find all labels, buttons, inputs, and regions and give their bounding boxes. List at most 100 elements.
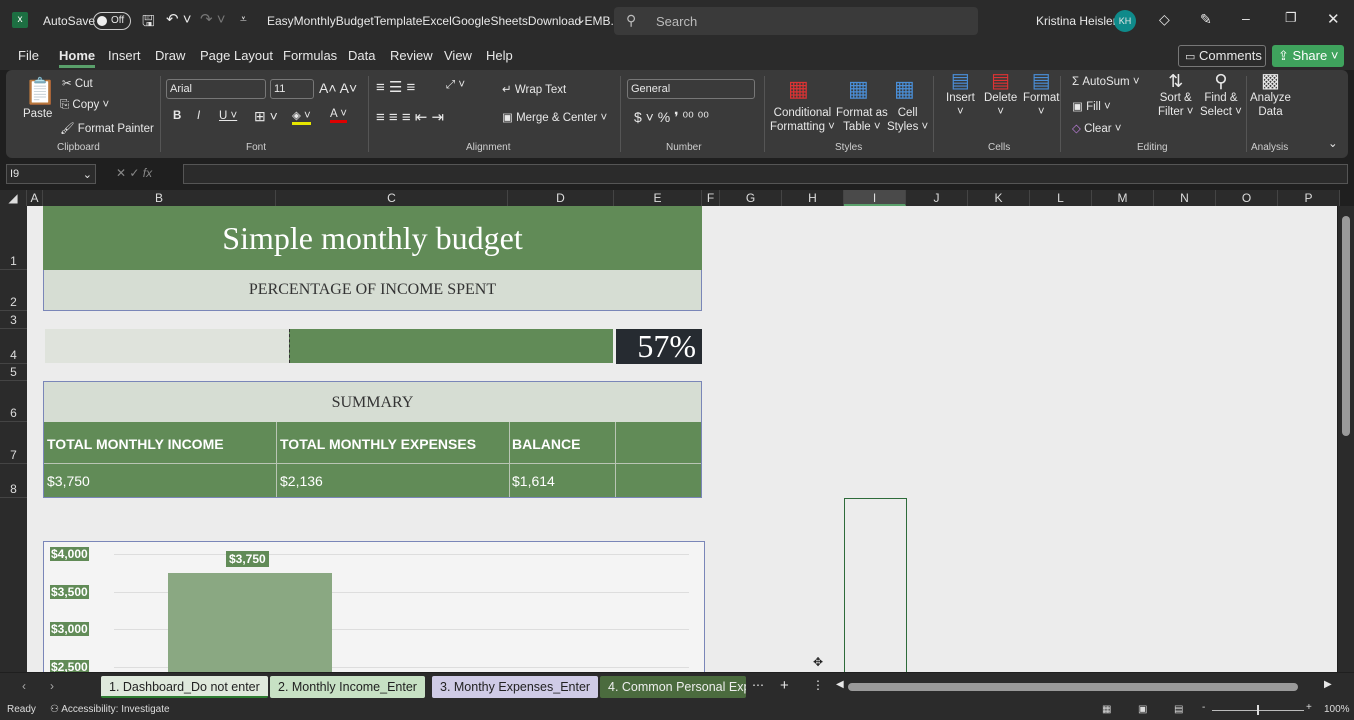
format-as-table-icon[interactable]: ▦: [848, 76, 869, 102]
zoom-slider[interactable]: - +: [1202, 702, 1314, 715]
cell-styles-icon[interactable]: ▦: [894, 76, 915, 102]
paste-button[interactable]: Paste: [23, 108, 52, 120]
name-box[interactable]: I9 ⌄: [6, 164, 96, 184]
collapse-ribbon-icon[interactable]: ⌄: [1328, 136, 1338, 150]
tab-monthly-income[interactable]: 2. Monthly Income_Enter: [270, 676, 425, 698]
minimize-icon[interactable]: –: [1242, 10, 1250, 26]
accessibility-status[interactable]: ⚇ Accessibility: Investigate: [50, 704, 170, 715]
analyze-data-button[interactable]: ▩ Analyze Data: [1250, 71, 1291, 119]
horizontal-scrollbar[interactable]: ◀ ▶: [836, 679, 1336, 693]
font-size-select[interactable]: 11: [270, 79, 314, 99]
align-left-icon[interactable]: ≡ ≡ ≡ ⇤ ⇥: [376, 108, 444, 126]
row-header-1[interactable]: 1: [0, 206, 27, 270]
menu-draw[interactable]: Draw: [155, 48, 185, 63]
file-name[interactable]: EasyMonthlyBudgetTemplateExcelGoogleShee…: [267, 14, 621, 28]
select-all[interactable]: ◢: [0, 190, 27, 206]
row-header-2[interactable]: 2: [0, 270, 27, 311]
zoom-level[interactable]: 100%: [1324, 704, 1350, 715]
vertical-scrollbar[interactable]: [1338, 206, 1354, 672]
menu-help[interactable]: Help: [486, 48, 513, 63]
row-header-4[interactable]: 4: [0, 329, 27, 364]
column-header-L[interactable]: L: [1030, 190, 1092, 206]
tab-options-icon[interactable]: ⋮: [812, 678, 824, 692]
currency-icon[interactable]: $ ˅ % ❜ ⁰⁰ ⁰⁰: [634, 109, 709, 126]
column-header-G[interactable]: G: [720, 190, 782, 206]
pen-icon[interactable]: ✎: [1200, 11, 1212, 28]
insert-cells-button[interactable]: ▤ Insert ˅: [946, 71, 975, 119]
column-header-D[interactable]: D: [508, 190, 614, 206]
more-sheets-icon[interactable]: ⋯: [752, 678, 764, 692]
column-header-I[interactable]: I: [844, 190, 906, 206]
column-header-F[interactable]: F: [702, 190, 720, 206]
avatar[interactable]: KH: [1114, 10, 1136, 32]
format-painter-button[interactable]: 🖌 Format Painter: [60, 121, 154, 135]
copy-button[interactable]: ⎘ Copy ˅: [60, 99, 109, 112]
tab-monthly-expenses[interactable]: 3. Monthy Expenses_Enter: [432, 676, 599, 698]
redo-icon[interactable]: ↷ ˅: [200, 10, 226, 28]
chart[interactable]: $4,000 $3,500 $3,000 $2,500 $3,750: [43, 541, 705, 672]
comments-button[interactable]: ▭ Comments: [1178, 45, 1266, 67]
column-header-A[interactable]: A: [27, 190, 43, 206]
menu-review[interactable]: Review: [390, 48, 433, 63]
bold-icon[interactable]: B: [173, 110, 181, 122]
menu-page-layout[interactable]: Page Layout: [200, 48, 273, 63]
format-as-table-button[interactable]: Format as Table ˅: [836, 106, 888, 134]
tab-dashboard[interactable]: 1. Dashboard_Do not enter: [101, 676, 268, 698]
delete-cells-button[interactable]: ▤ Delete ˅: [984, 71, 1017, 119]
column-header-C[interactable]: C: [276, 190, 508, 206]
formula-controls[interactable]: ✕ ✓ fx: [116, 166, 152, 180]
paste-icon[interactable]: 📋: [24, 76, 56, 107]
restore-icon[interactable]: ❐: [1285, 10, 1297, 26]
bar[interactable]: [168, 572, 332, 672]
column-header-H[interactable]: H: [782, 190, 844, 206]
row-header-8[interactable]: 8: [0, 464, 27, 498]
menu-data[interactable]: Data: [348, 48, 375, 63]
wrap-text-button[interactable]: ↵ Wrap Text: [502, 82, 566, 96]
page-layout-icon[interactable]: ▣: [1138, 703, 1147, 717]
add-sheet-icon[interactable]: +: [780, 677, 789, 694]
row-header-6[interactable]: 6: [0, 381, 27, 422]
font-color-icon[interactable]: A ˅: [330, 108, 347, 123]
menu-home[interactable]: Home: [59, 48, 96, 68]
menu-file[interactable]: File: [18, 48, 39, 63]
row-header-5[interactable]: 5: [0, 364, 27, 381]
formula-input[interactable]: [183, 164, 1348, 184]
number-format-select[interactable]: General: [627, 79, 755, 99]
find-select-button[interactable]: ⚲ Find & Select ˅: [1200, 72, 1242, 119]
menu-formulas[interactable]: Formulas: [283, 48, 337, 63]
page-break-icon[interactable]: ▤: [1174, 703, 1183, 717]
borders-icon[interactable]: ⊞ ˅: [254, 108, 278, 125]
customize-qat-icon[interactable]: ⩡: [240, 12, 247, 27]
autosave-toggle[interactable]: Off: [93, 12, 131, 30]
cut-button[interactable]: ✂ Cut: [62, 76, 93, 90]
undo-icon[interactable]: ↶ ˅: [166, 10, 192, 28]
merge-center-button[interactable]: ▣ Merge & Center ˅: [502, 110, 607, 124]
worksheet-grid[interactable]: Simple monthly budget PERCENTAGE OF INCO…: [27, 206, 1337, 672]
format-cells-button[interactable]: ▤ Format ˅: [1023, 71, 1059, 119]
italic-icon[interactable]: I: [197, 110, 200, 122]
sort-filter-button[interactable]: ⇅ Sort & Filter ˅: [1158, 72, 1193, 119]
autosum-button[interactable]: Σ AutoSum ˅: [1072, 76, 1140, 88]
clear-button[interactable]: ◇ Clear ˅: [1072, 121, 1121, 135]
row-header-7[interactable]: 7: [0, 422, 27, 464]
font-name-select[interactable]: Arial: [166, 79, 266, 99]
menu-insert[interactable]: Insert: [108, 48, 141, 63]
fill-button[interactable]: ▣ Fill ˅: [1072, 99, 1111, 113]
next-sheet-icon[interactable]: ›: [50, 679, 54, 693]
normal-view-icon[interactable]: ▦: [1102, 703, 1111, 717]
save-icon[interactable]: 🖫: [142, 11, 155, 36]
column-header-P[interactable]: P: [1278, 190, 1340, 206]
align-top-icon[interactable]: ≡ ☰ ≡: [376, 78, 415, 96]
column-header-E[interactable]: E: [614, 190, 702, 206]
close-icon[interactable]: ✕: [1327, 10, 1340, 28]
row-header-3[interactable]: 3: [0, 311, 27, 329]
fill-color-icon[interactable]: ◈ ˅: [292, 108, 311, 125]
column-header-B[interactable]: B: [43, 190, 276, 206]
column-header-J[interactable]: J: [906, 190, 968, 206]
share-button[interactable]: ⇪ Share ˅: [1272, 45, 1344, 67]
cell-styles-button[interactable]: Cell Styles ˅: [887, 106, 928, 134]
underline-icon[interactable]: U ˅: [219, 110, 237, 122]
conditional-formatting-button[interactable]: Conditional Formatting ˅: [770, 106, 835, 134]
diamond-icon[interactable]: ◇: [1159, 11, 1170, 28]
search-input[interactable]: ⚲ Search: [614, 7, 978, 35]
